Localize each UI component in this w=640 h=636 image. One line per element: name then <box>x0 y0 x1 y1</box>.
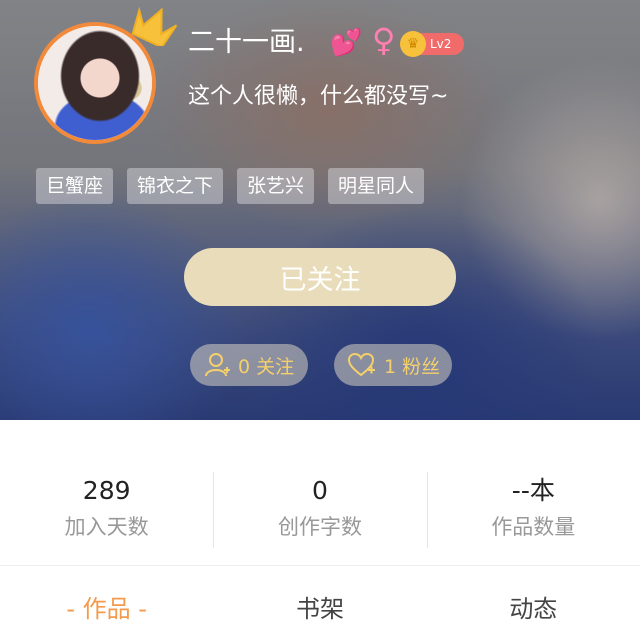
followed-button[interactable]: 已关注 <box>184 248 456 306</box>
following-label: 0 关注 <box>238 355 295 378</box>
tag-list: 巨蟹座 锦衣之下 张艺兴 明星同人 <box>36 168 425 204</box>
stat-value: --本 <box>511 476 555 505</box>
stat-label: 作品数量 <box>491 515 576 539</box>
tab-bookshelf[interactable]: 书架 <box>213 586 426 632</box>
signature: 这个人很懒，什么都没写~ <box>188 84 449 109</box>
heart-plus-icon <box>348 352 375 377</box>
fans-count-button[interactable]: 1 粉丝 <box>334 344 452 386</box>
fans-label: 1 粉丝 <box>384 355 441 378</box>
user-add-icon <box>205 353 230 377</box>
following-count-button[interactable]: 0 关注 <box>190 344 308 386</box>
level-badge: ♛ Lv2 <box>400 31 464 57</box>
female-gender-icon: ♀ <box>372 21 396 59</box>
level-label: Lv2 <box>430 37 452 51</box>
stats-row: 289 加入天数 0 创作字数 --本 作品数量 <box>0 466 640 550</box>
tag[interactable]: 张艺兴 <box>237 168 315 204</box>
heart-icon: 💕 <box>330 28 363 58</box>
crown-icon <box>131 6 178 46</box>
stat-value: 0 <box>312 476 328 505</box>
tag[interactable]: 巨蟹座 <box>36 168 114 204</box>
level-crown-icon: ♛ <box>400 31 426 57</box>
stat-join-days: 289 加入天数 <box>0 466 213 550</box>
stat-works-count: --本 作品数量 <box>426 466 640 550</box>
tag[interactable]: 锦衣之下 <box>127 168 224 204</box>
stat-label: 创作字数 <box>277 515 362 539</box>
stat-label: 加入天数 <box>64 515 149 539</box>
tag[interactable]: 明星同人 <box>328 168 425 204</box>
stat-value: 289 <box>82 476 131 505</box>
tab-activity[interactable]: 动态 <box>427 586 640 632</box>
stat-word-count: 0 创作字数 <box>213 466 426 550</box>
nickname: 二十一画. <box>188 27 305 58</box>
tab-works[interactable]: - 作品 - <box>0 586 213 632</box>
divider <box>0 565 640 566</box>
profile-tabs: - 作品 - 书架 动态 <box>0 586 640 632</box>
